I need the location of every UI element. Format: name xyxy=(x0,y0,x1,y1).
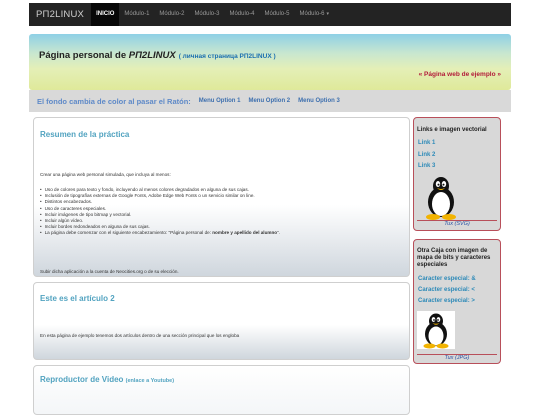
menu-option-3[interactable]: Menu Option 3 xyxy=(298,98,340,104)
list-item-suffix: ". xyxy=(277,230,281,236)
page-title-prefix: Página personal de xyxy=(39,50,129,61)
tux-icon xyxy=(423,313,449,349)
article-text: En esta página de ejemplo tenemos dos ar… xyxy=(40,333,240,338)
page-header: Página personal de PΠ2LINUX( личная стра… xyxy=(29,34,511,90)
site-brand[interactable]: PΠ2LINUX xyxy=(29,9,91,20)
aside-link-1[interactable]: Link 1 xyxy=(418,140,435,146)
menu-option-2[interactable]: Menu Option 2 xyxy=(248,98,290,104)
article-2: Este es el artículo 2 En esta página de … xyxy=(33,282,410,360)
requirements-list: Uso de colores para texto y fondo, inclu… xyxy=(40,187,280,237)
nav-item-modulo-1[interactable]: Módulo-1 xyxy=(119,3,154,26)
article-intro: Crear una página web personal simulada, … xyxy=(40,172,171,177)
special-char-amp[interactable]: Caracter especial: & xyxy=(418,276,476,282)
nav-item-inicio[interactable]: INICIO xyxy=(91,3,120,26)
hover-menu-bar: El fondo cambia de color al pasar el Rat… xyxy=(29,90,511,112)
youtube-link[interactable]: (enlace a Youtube) xyxy=(126,378,174,384)
nav-item-modulo-5[interactable]: Módulo-5 xyxy=(259,3,294,26)
menu-bar-text: El fondo cambia de color al pasar el Rat… xyxy=(37,96,191,106)
page-title: Página personal de PΠ2LINUX( личная стра… xyxy=(39,50,276,61)
tux-jpg-image xyxy=(417,311,455,349)
top-navbar: PΠ2LINUX INICIO Módulo-1 Módulo-2 Módulo… xyxy=(29,3,511,26)
article-video: Reproductor de Video (enlace a Youtube) xyxy=(33,365,410,415)
article-footer-text: Subir dicha aplicación a la cuenta de Ne… xyxy=(40,269,179,274)
aside-link-2[interactable]: Link 2 xyxy=(418,152,435,158)
chevron-down-icon: ▾ xyxy=(326,11,330,17)
article-title: Resumen de la práctica xyxy=(40,130,130,139)
example-page-link[interactable]: « Página web de ejemplo » xyxy=(419,71,501,78)
page-title-subtitle: ( личная страница PΠ2LINUX ) xyxy=(178,53,276,60)
nav-item-modulo-6-dropdown[interactable]: Módulo-6 ▾ xyxy=(294,3,334,26)
nav-item-modulo-6-label: Módulo-6 xyxy=(299,11,325,17)
nav-item-modulo-4[interactable]: Módulo-4 xyxy=(224,3,259,26)
aside-bitmap-chars: Otra Caja con imagen de mapa de bits y c… xyxy=(413,239,501,364)
special-char-lt[interactable]: Caracter especial: < xyxy=(418,287,475,293)
article-title: Reproductor de Video (enlace a Youtube) xyxy=(40,375,174,384)
article-title: Este es el artículo 2 xyxy=(40,294,115,303)
aside-link-3[interactable]: Link 3 xyxy=(418,163,435,169)
menu-option-1[interactable]: Menu Option 1 xyxy=(199,98,241,104)
special-char-gt[interactable]: Caracter especial: > xyxy=(418,298,475,304)
nav-item-modulo-2[interactable]: Módulo-2 xyxy=(154,3,189,26)
list-item-bold: nombre y apellido del alumno xyxy=(212,230,278,236)
list-item-text: La página debe comenzar con el siguiente… xyxy=(44,230,213,236)
list-item: La página debe comenzar con el siguiente… xyxy=(40,230,280,236)
main-section: Resumen de la práctica Crear una página … xyxy=(33,117,410,415)
page-title-brand: PΠ2LINUX xyxy=(128,50,176,61)
aside-title: Otra Caja con imagen de mapa de bits y c… xyxy=(417,248,491,268)
article-resumen: Resumen de la práctica Crear una página … xyxy=(33,117,410,277)
tux-svg-caption: Tux (SVG) xyxy=(417,220,497,227)
tux-jpg-caption: Tux (JPG) xyxy=(417,354,497,361)
tux-svg-image xyxy=(426,177,456,220)
aside-title: Links e imagen vectorial xyxy=(417,127,487,133)
nav-item-modulo-3[interactable]: Módulo-3 xyxy=(189,3,224,26)
aside-links-vector: Links e imagen vectorial Link 1 Link 2 L… xyxy=(413,117,501,231)
video-title: Reproductor de Video xyxy=(40,375,124,384)
